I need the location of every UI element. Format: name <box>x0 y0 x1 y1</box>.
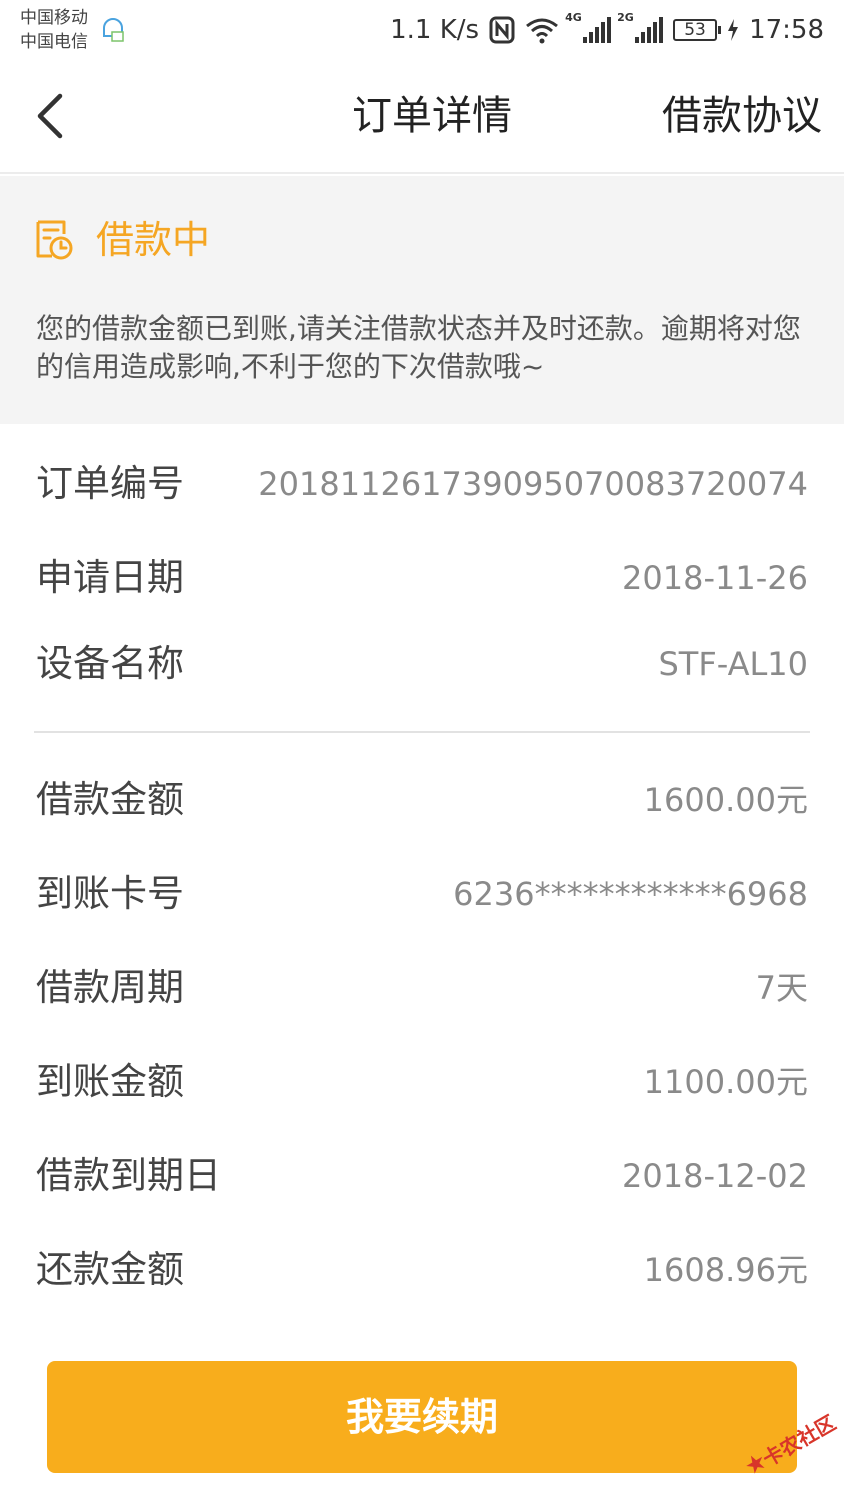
loan-agreement-link[interactable]: 借款协议 <box>662 90 822 142</box>
network-speed: 1.1 K/s <box>390 15 480 45</box>
renew-button[interactable]: 我要续期 <box>47 1361 797 1473</box>
carrier-2: 中国电信 <box>20 32 88 52</box>
loan-amount-label: 借款金额 <box>36 778 184 821</box>
detail-row-device-name: 设备名称 STF-AL10 <box>36 634 808 694</box>
signal-4g-tag: 4G <box>565 11 582 24</box>
loan-period-label: 借款周期 <box>36 966 184 1009</box>
due-date-label: 借款到期日 <box>36 1154 221 1197</box>
order-status-label: 借款中 <box>96 218 211 262</box>
detail-row-loan-period: 借款周期 7天 <box>36 958 808 1018</box>
navigation-bar: 订单详情 借款协议 <box>0 60 844 174</box>
detail-row-repay-amount: 还款金额 1608.96元 <box>36 1240 808 1300</box>
loan-amount-value: 1600.00元 <box>643 781 808 819</box>
card-number-value: 6236************6968 <box>453 875 808 913</box>
clock: 17:58 <box>749 15 824 45</box>
detail-row-order-number: 订单编号 201811261739095070083720074 <box>36 454 808 514</box>
battery-level: 53 <box>684 20 706 40</box>
order-status-note: 您的借款金额已到账,请关注借款状态并及时还款。逾期将对您的信用造成影响,不利于您… <box>36 312 801 383</box>
detail-row-received-amount: 到账金额 1100.00元 <box>36 1052 808 1112</box>
loan-period-value: 7天 <box>755 969 808 1007</box>
apply-date-label: 申请日期 <box>36 556 184 599</box>
order-number-value: 201811261739095070083720074 <box>258 465 808 503</box>
device-name-label: 设备名称 <box>36 642 184 685</box>
section-divider <box>34 731 810 733</box>
order-status-header: 借款中 <box>34 216 210 264</box>
received-amount-label: 到账金额 <box>36 1060 184 1103</box>
status-bar: 中国移动 中国电信 1.1 K/s 4G 2G 53 17:58 <box>0 0 844 60</box>
calendar-clock-icon <box>36 220 73 260</box>
signal-4g-icon: 4G <box>565 11 612 43</box>
watermark-text: 卡农社区 <box>758 1410 840 1472</box>
signal-2g-tag: 2G <box>617 11 634 24</box>
detail-row-card-number: 到账卡号 6236************6968 <box>36 864 808 924</box>
nfc-icon <box>489 16 515 44</box>
battery-icon: 53 <box>673 19 722 41</box>
carrier-names: 中国移动 中国电信 <box>20 6 88 54</box>
detail-row-apply-date: 申请日期 2018-11-26 <box>36 548 808 608</box>
apply-date-value: 2018-11-26 <box>622 559 808 597</box>
repay-amount-label: 还款金额 <box>36 1248 184 1291</box>
device-name-value: STF-AL10 <box>658 645 808 683</box>
order-status-panel: 借款中 您的借款金额已到账,请关注借款状态并及时还款。逾期将对您的信用造成影响,… <box>0 176 844 424</box>
repay-amount-value: 1608.96元 <box>643 1251 808 1289</box>
signal-2g-icon: 2G <box>617 11 664 43</box>
detail-row-loan-amount: 借款金额 1600.00元 <box>36 770 808 830</box>
wifi-icon <box>526 18 558 44</box>
received-amount-value: 1100.00元 <box>643 1063 808 1101</box>
card-number-label: 到账卡号 <box>36 872 184 915</box>
order-number-label: 订单编号 <box>36 462 184 505</box>
charging-icon <box>728 19 739 41</box>
carrier-1: 中国移动 <box>20 8 88 28</box>
status-indicators: 1.1 K/s 4G 2G 53 17:58 <box>390 10 824 50</box>
detail-row-due-date: 借款到期日 2018-12-02 <box>36 1146 808 1206</box>
due-date-value: 2018-12-02 <box>622 1157 808 1195</box>
hd-call-icon <box>103 18 124 42</box>
